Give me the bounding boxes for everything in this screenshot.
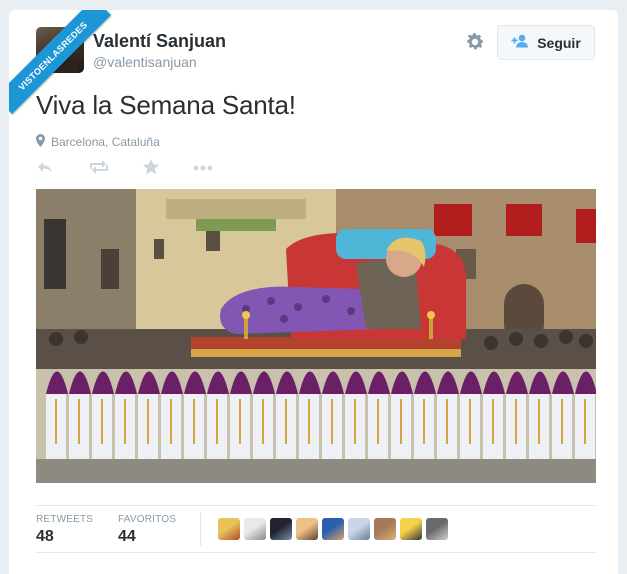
tweet-photo[interactable] [36, 189, 596, 483]
favoriter-avatar[interactable] [218, 518, 240, 540]
nazareno-cord [78, 399, 80, 444]
favoriter-avatar[interactable] [426, 518, 448, 540]
nazareno-cord [538, 399, 540, 444]
reply-icon[interactable] [36, 158, 54, 181]
more-icon[interactable] [192, 158, 214, 181]
nazareno-cord [331, 399, 333, 444]
nazareno-cord [147, 399, 149, 444]
favoriter-avatar[interactable] [296, 518, 318, 540]
nazareno-cord [354, 399, 356, 444]
retweet-icon[interactable] [88, 158, 110, 181]
nazareno-cord [561, 399, 563, 444]
nazareno-cord [55, 399, 57, 444]
follow-button[interactable]: Seguir [497, 25, 595, 60]
nazareno-cord [216, 399, 218, 444]
location-pin-icon [36, 134, 45, 150]
retweets-count: 48 [36, 528, 54, 545]
nazareno-cord [170, 399, 172, 444]
favorites-count: 44 [118, 528, 136, 545]
follow-button-label: Seguir [537, 34, 581, 51]
favoriter-avatar[interactable] [400, 518, 422, 540]
favoriter-avatar[interactable] [244, 518, 266, 540]
add-user-icon [511, 34, 531, 51]
nazareno-cord [515, 399, 517, 444]
watermark-ribbon: VISTOENLASREDES [9, 10, 111, 114]
favoriter-avatar[interactable] [270, 518, 292, 540]
nazareno-cord [492, 399, 494, 444]
nazareno-cord [446, 399, 448, 444]
tweet-stats: RETWEETS 48 FAVORITOS 44 [36, 505, 596, 553]
nazareno-cord [285, 399, 287, 444]
retweets-label: RETWEETS [36, 514, 94, 525]
retweets-stat[interactable]: RETWEETS 48 [36, 514, 93, 546]
favoriter-avatar[interactable] [374, 518, 396, 540]
nazareno-cord [308, 399, 310, 444]
nazareno-cord [469, 399, 471, 444]
favorites-stat[interactable]: FAVORITOS 44 [118, 514, 176, 546]
nazareno-cord [239, 399, 241, 444]
nazareno-cord [124, 399, 126, 444]
favorite-star-icon[interactable] [142, 158, 160, 181]
favoriter-avatar[interactable] [322, 518, 344, 540]
nazareno-cord [377, 399, 379, 444]
location-label: Barcelona, Cataluña [51, 135, 160, 149]
nazareno-cord [400, 399, 402, 444]
nazareno-cord [423, 399, 425, 444]
nazareno-cord [584, 399, 586, 444]
gear-icon[interactable] [464, 31, 486, 53]
nazareno-cord [262, 399, 264, 444]
favoriter-avatar[interactable] [348, 518, 370, 540]
stats-divider [200, 512, 201, 546]
nazareno-cord [101, 399, 103, 444]
watermark-ribbon-wrap: VISTOENLASREDES [9, 10, 129, 130]
nazareno-cord [193, 399, 195, 444]
favorites-label: FAVORITOS [118, 514, 177, 525]
tweet-location[interactable]: Barcelona, Cataluña [36, 134, 160, 150]
